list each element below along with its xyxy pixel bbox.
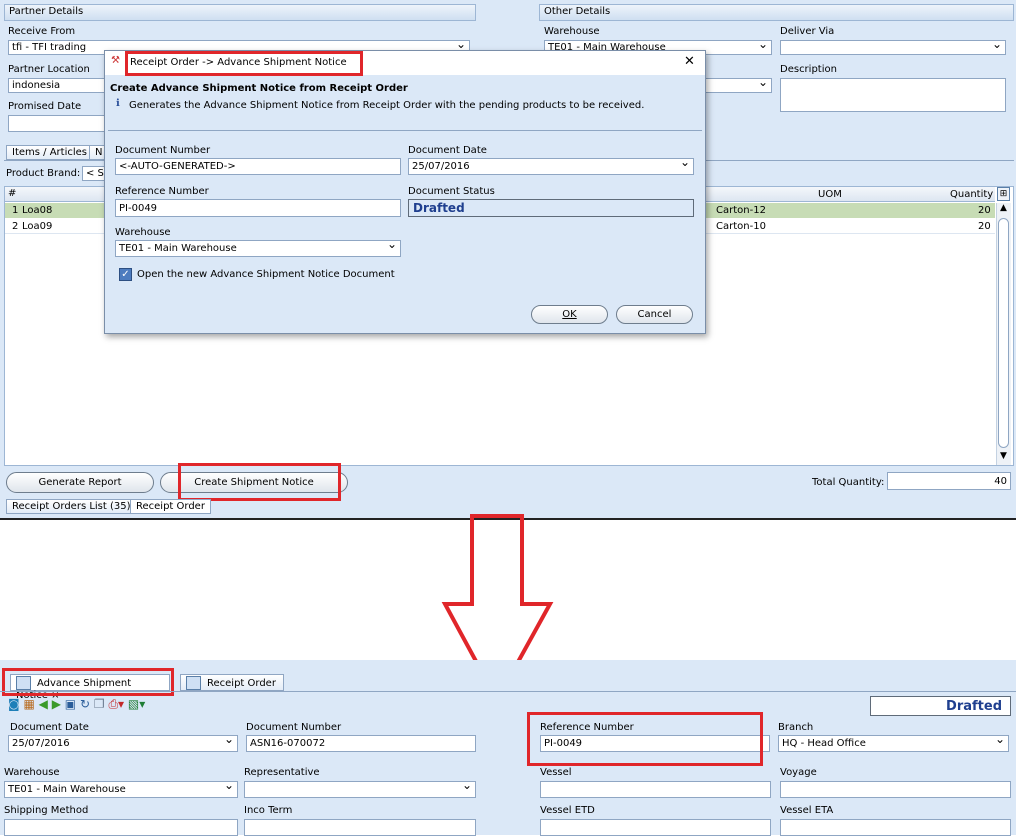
inco-term-label: Inco Term [244,805,293,816]
dialog-heading: Create Advance Shipment Notice from Rece… [110,83,408,94]
cancel-button[interactable]: Cancel [616,305,693,324]
ref-number-field[interactable]: PI-0049 [115,199,401,217]
tab-receipt-orders-list[interactable]: Receipt Orders List (35) [6,499,137,514]
row-quantity: 20 [978,205,991,216]
grid-quantity-header: Quantity [950,189,994,200]
asn-warehouse-label: Warehouse [4,767,60,778]
product-brand-label: Product Brand: [6,168,81,179]
doc-date-label: Document Date [408,145,487,156]
dialog-warehouse-label: Warehouse [115,227,171,238]
dialog-info-text: Generates the Advance Shipment Notice fr… [129,100,645,111]
shipping-method-label: Shipping Method [4,805,89,816]
highlight-ref-number [527,712,763,766]
toolbar: ◙ ▦ ◀ ▶ ▣ ↻ ❐ ⎙▾ ▧▾ [8,697,278,713]
highlight-create-shipment [178,463,341,501]
scroll-up-icon[interactable]: ▲ [997,203,1010,215]
vessel-etd-label: Vessel ETD [540,805,595,816]
promised-date-field[interactable] [8,115,108,132]
shipping-method-select[interactable] [4,819,238,836]
asn-doc-number-field[interactable]: ASN16-070072 [246,735,476,752]
document-icon [186,676,201,690]
tab-ro-label: Receipt Order [207,678,276,689]
doc-date-select[interactable]: 25/07/2016 [408,158,694,175]
total-quantity-label: Total Quantity: [812,477,885,488]
refresh-icon[interactable]: ↻ [80,697,90,711]
branch-select[interactable]: HQ - Head Office [778,735,1009,752]
row-number: 2 [12,221,19,232]
doc-number-label: Document Number [115,145,211,156]
vessel-label: Vessel [540,767,572,778]
print-icon[interactable]: ⎙▾ [108,697,124,711]
asn-doc-date-label: Document Date [10,722,89,733]
excel-icon[interactable]: ▧▾ [128,697,145,711]
vessel-eta-label: Vessel ETA [780,805,834,816]
representative-select[interactable] [244,781,476,798]
description-textarea[interactable] [780,78,1006,112]
warehouse-label: Warehouse [544,26,600,37]
vessel-eta-field[interactable] [780,819,1011,836]
partner-details-header: Partner Details [4,4,476,21]
dialog-divider [108,130,702,131]
dialog-warehouse-select[interactable]: TE01 - Main Warehouse [115,240,401,257]
grid-uom-header: UOM [818,189,842,200]
tab-items-articles[interactable]: Items / Articles [6,145,93,160]
inco-term-select[interactable] [244,819,476,836]
row-number: 1 [12,205,19,216]
highlight-dialog-title [125,51,363,76]
tab-other[interactable]: N [89,145,105,160]
row-code: Loa08 [22,205,53,216]
close-icon[interactable]: ✕ [684,54,695,69]
receive-from-label: Receive From [8,26,76,37]
open-document-label: Open the new Advance Shipment Notice Doc… [137,269,395,280]
tabs-line [0,691,1016,692]
partner-location-field[interactable]: indonesia [8,78,108,93]
description-label: Description [780,64,837,75]
dialog-app-icon: ⚒ [111,55,120,66]
doc-status-label: Document Status [408,186,495,197]
forward-arrow-icon[interactable]: ▶ [52,697,61,711]
deliver-via-label: Deliver Via [780,26,835,37]
generate-report-button[interactable]: Generate Report [6,472,154,493]
vessel-field[interactable] [540,781,771,798]
scroll-thumb[interactable] [998,218,1009,448]
tab-receipt-order-bottom[interactable]: Receipt Order [180,674,284,691]
partner-location-label: Partner Location [8,64,90,75]
asn-doc-date-select[interactable]: 25/07/2016 [8,735,238,752]
grid-hash-header: # [8,188,17,199]
voyage-field[interactable] [780,781,1011,798]
row-uom: Carton-12 [716,205,766,216]
ref-number-label: Reference Number [115,186,209,197]
doc-status-field: Drafted [408,199,694,217]
asn-warehouse-select[interactable]: TE01 - Main Warehouse [4,781,238,798]
grid-settings-icon[interactable]: ⊞ [997,187,1010,201]
row-uom: Carton-10 [716,221,766,232]
total-quantity-field: 40 [887,472,1011,490]
ok-button[interactable]: OK [531,305,608,324]
grid-icon[interactable]: ▦ [23,697,34,711]
help-icon[interactable]: ◙ [8,697,20,711]
info-icon: ℹ [116,98,120,109]
vessel-etd-field[interactable] [540,819,771,836]
save-icon[interactable]: ▣ [65,697,76,711]
promised-date-label: Promised Date [8,101,82,112]
open-document-checkbox[interactable]: ✓ [119,268,132,281]
tab-receipt-order[interactable]: Receipt Order [130,499,211,514]
voyage-label: Voyage [780,767,817,778]
other-details-header: Other Details [539,4,1014,21]
asn-doc-number-label: Document Number [246,722,342,733]
copy-icon[interactable]: ❐ [94,697,105,711]
branch-label: Branch [778,722,814,733]
back-arrow-icon[interactable]: ◀ [39,697,48,711]
status-badge: Drafted [870,696,1011,716]
representative-label: Representative [244,767,320,778]
row-quantity: 20 [978,221,991,232]
row-code: Loa09 [22,221,53,232]
doc-number-field[interactable]: <-AUTO-GENERATED-> [115,158,401,175]
scroll-down-icon[interactable]: ▼ [997,451,1010,463]
deliver-via-select[interactable] [780,40,1006,55]
product-brand-select[interactable]: < Se [82,166,106,181]
other-select[interactable] [705,78,772,93]
